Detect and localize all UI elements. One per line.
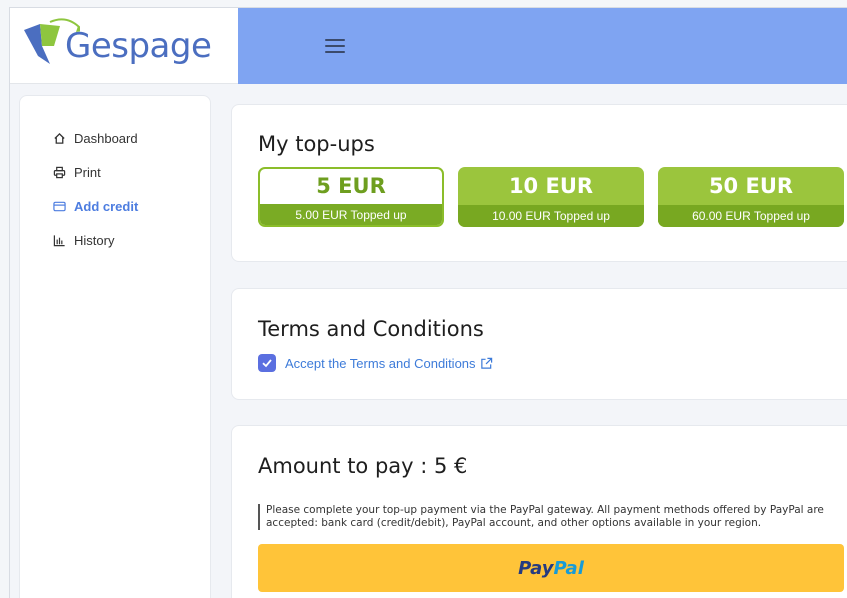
- paypal-button[interactable]: Pay Pal: [258, 544, 844, 592]
- topup-caption: 60.00 EUR Topped up: [658, 205, 844, 227]
- sidebar-item-print[interactable]: Print: [20, 155, 210, 189]
- terms-link-label: Accept the Terms and Conditions: [285, 355, 476, 371]
- checkmark-icon: [262, 359, 272, 368]
- sidebar-item-label: Print: [74, 164, 101, 180]
- terms-link[interactable]: Accept the Terms and Conditions: [285, 356, 493, 371]
- payment-notice: Please complete your top-up payment via …: [258, 504, 838, 530]
- topup-caption: 5.00 EUR Topped up: [260, 204, 442, 225]
- topup-amount: 10 EUR: [508, 174, 594, 198]
- paypal-logo-part2: Pal: [553, 557, 584, 579]
- topups-title: My top-ups: [258, 132, 375, 156]
- menu-toggle-icon[interactable]: [325, 39, 345, 53]
- topup-option-50[interactable]: 50 EUR 60.00 EUR Topped up: [658, 167, 844, 227]
- amount-to-pay-title: Amount to pay : 5 €: [258, 454, 468, 478]
- topups-card: My top-ups 5 EUR 5.00 EUR Topped up 10 E…: [231, 104, 847, 262]
- sidebar-item-label: Add credit: [74, 198, 139, 214]
- brand-name: Gespage: [65, 26, 212, 66]
- sidebar: Dashboard Print Add credit History: [19, 95, 211, 598]
- sidebar-item-history[interactable]: History: [20, 223, 210, 257]
- sidebar-item-dashboard[interactable]: Dashboard: [20, 121, 210, 155]
- credit-card-icon: [52, 199, 66, 213]
- logo[interactable]: Gespage: [10, 8, 238, 84]
- home-icon: [52, 131, 66, 145]
- terms-title: Terms and Conditions: [258, 317, 484, 341]
- bar-chart-icon: [52, 233, 66, 247]
- payment-card: Amount to pay : 5 € Please complete your…: [231, 425, 847, 598]
- app-frame: Gespage Dashboard Print Add credit Histo…: [9, 7, 847, 598]
- terms-card: Terms and Conditions Accept the Terms an…: [231, 288, 847, 400]
- accept-terms-checkbox[interactable]: [258, 354, 276, 372]
- topup-amount: 50 EUR: [708, 174, 794, 198]
- terms-row: Accept the Terms and Conditions: [258, 354, 493, 372]
- sidebar-item-label: Dashboard: [74, 130, 138, 146]
- paypal-logo-part1: Pay: [518, 557, 554, 579]
- topup-caption: 10.00 EUR Topped up: [458, 205, 644, 227]
- sidebar-item-label: History: [74, 232, 115, 248]
- topup-option-5[interactable]: 5 EUR 5.00 EUR Topped up: [258, 167, 444, 227]
- external-link-icon: [480, 357, 492, 369]
- topup-option-10[interactable]: 10 EUR 10.00 EUR Topped up: [458, 167, 644, 227]
- topup-amount: 5 EUR: [316, 174, 386, 198]
- top-bar: [238, 8, 847, 84]
- sidebar-item-add-credit[interactable]: Add credit: [20, 189, 210, 223]
- printer-icon: [52, 165, 66, 179]
